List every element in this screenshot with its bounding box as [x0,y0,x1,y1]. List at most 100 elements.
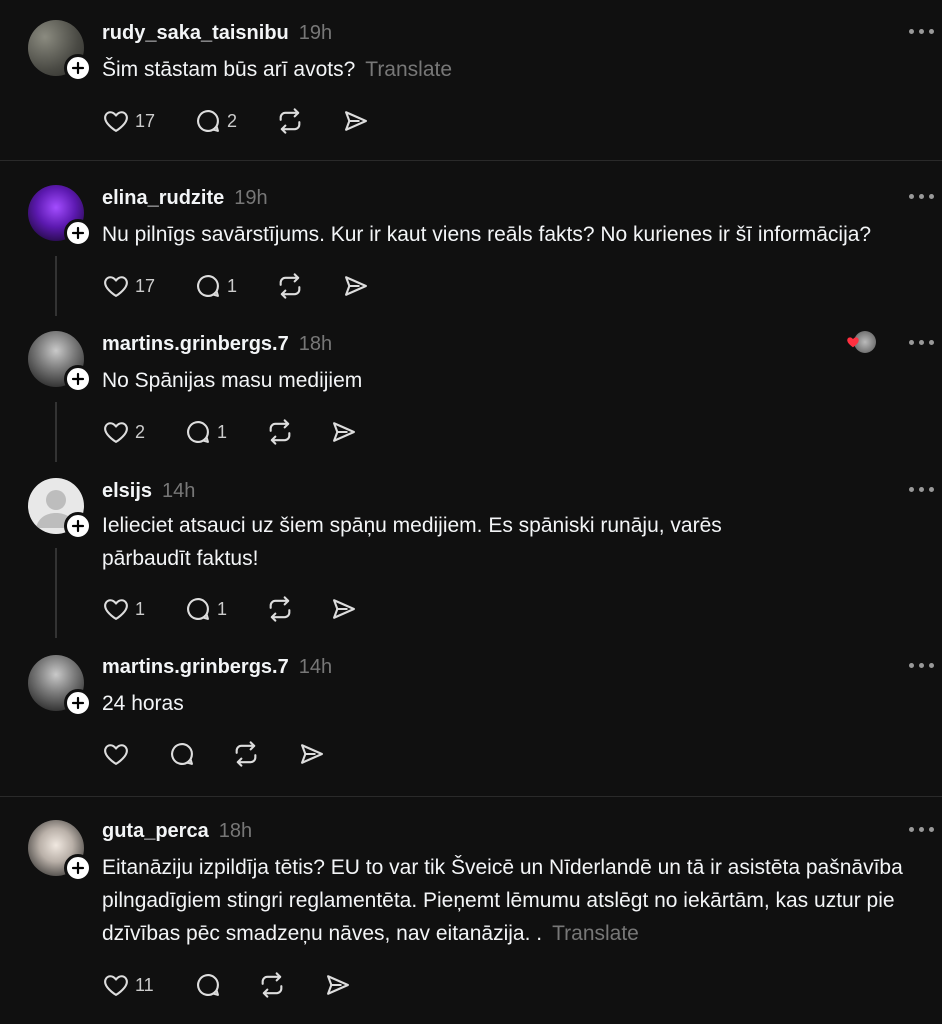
timestamp[interactable]: 14h [299,656,332,679]
post: martins.grinbergs.7 18h No Spānijas masu… [0,322,942,472]
repost-icon [266,595,294,623]
repost-button[interactable] [232,739,260,769]
more-options-icon[interactable] [909,827,934,832]
comment-icon [184,418,212,446]
more-options-icon[interactable] [909,29,934,34]
comment-icon [194,971,222,999]
repost-icon [276,272,304,300]
author-liked-indicator [846,331,876,353]
reply-button[interactable]: 1 [184,594,227,624]
heart-icon [102,272,130,300]
heart-icon [102,418,130,446]
repost-button[interactable] [266,594,294,624]
more-options-icon[interactable] [909,340,934,345]
repost-button[interactable] [258,970,286,1000]
reply-button[interactable]: 1 [184,417,227,447]
like-count: 17 [135,275,156,296]
translate-link[interactable]: Translate [365,58,452,81]
username[interactable]: elsijs [102,480,152,503]
follow-plus-icon[interactable] [64,54,92,82]
timestamp[interactable]: 14h [162,480,195,503]
post: elsijs 14h Ielieciet atsauci uz šiem spā… [0,472,942,647]
avatar[interactable] [28,820,92,882]
like-button[interactable]: 11 [102,970,154,1000]
share-button[interactable] [324,970,352,1000]
like-count: 2 [135,421,146,442]
heart-icon [102,740,130,768]
avatar[interactable] [28,478,92,540]
reply-button[interactable] [168,739,201,769]
post-text: 24 horas [102,692,184,715]
like-button[interactable]: 17 [102,106,155,136]
post-text-container: Ielieciet atsauci uz šiem spāņu medijiem… [102,509,782,575]
post-text-container: Nu pilnīgs savārstījums. Kur ir kaut vie… [102,218,912,251]
more-options-icon[interactable] [909,663,934,668]
repost-icon [266,418,294,446]
comment-icon [194,272,222,300]
send-icon [342,272,370,300]
repost-icon [232,740,260,768]
repost-icon [258,971,286,999]
post: elina_rudzite 19h Nu pilnīgs savārstījum… [0,161,942,321]
like-count: 11 [135,974,154,995]
post: martins.grinbergs.7 14h 24 horas [0,648,942,796]
share-button[interactable] [330,417,358,447]
post-text-container: Šim stāstam būs arī avots? Translate [102,53,912,86]
like-count: 17 [135,110,156,131]
follow-plus-icon[interactable] [64,689,92,717]
like-button[interactable]: 17 [102,271,155,301]
repost-button[interactable] [266,417,294,447]
post-text-container: Eitanāziju izpildīja tētis? EU to var ti… [102,851,907,950]
username[interactable]: guta_perca [102,820,209,843]
heart-icon [102,971,130,999]
username[interactable]: martins.grinbergs.7 [102,656,289,679]
heart-icon [102,107,130,135]
reply-button[interactable]: 1 [194,271,237,301]
username[interactable]: martins.grinbergs.7 [102,333,289,356]
translate-link[interactable]: Translate [552,922,639,945]
reply-count: 1 [227,275,238,296]
more-options-icon[interactable] [909,194,934,199]
send-icon [330,418,358,446]
follow-plus-icon[interactable] [64,854,92,882]
post: guta_perca 18h Eitanāziju izpildīja tēti… [0,797,942,1024]
avatar[interactable] [28,20,92,82]
timestamp[interactable]: 19h [234,187,267,210]
comment-icon [168,740,196,768]
repost-button[interactable] [276,271,304,301]
share-button[interactable] [342,271,370,301]
username[interactable]: elina_rudzite [102,187,224,210]
more-options-icon[interactable] [909,487,934,492]
like-button[interactable]: 1 [102,594,145,624]
share-button[interactable] [298,739,326,769]
like-button[interactable]: 2 [102,417,145,447]
reply-button[interactable]: 2 [194,106,237,136]
send-icon [330,595,358,623]
follow-plus-icon[interactable] [64,365,92,393]
timestamp[interactable]: 18h [299,333,332,356]
follow-plus-icon[interactable] [64,219,92,247]
follow-plus-icon[interactable] [64,512,92,540]
comment-icon [184,595,212,623]
share-button[interactable] [330,594,358,624]
like-count: 1 [135,598,146,619]
reply-count: 2 [227,110,238,131]
like-button[interactable] [102,739,135,769]
heart-icon [102,595,130,623]
post-text-container: No Spānijas masu medijiem [102,364,912,397]
repost-button[interactable] [276,106,304,136]
post-text: Nu pilnīgs savārstījums. Kur ir kaut vie… [102,223,872,246]
post: rudy_saka_taisnibu 19h Šim stāstam būs a… [0,0,942,160]
timestamp[interactable]: 18h [219,820,252,843]
avatar[interactable] [28,655,92,717]
avatar[interactable] [28,331,92,393]
timestamp[interactable]: 19h [299,22,332,45]
share-button[interactable] [342,106,370,136]
avatar[interactable] [28,185,92,247]
username[interactable]: rudy_saka_taisnibu [102,22,289,45]
comment-icon [194,107,222,135]
post-text: Šim stāstam būs arī avots? [102,58,356,81]
reply-count: 1 [217,598,228,619]
reply-button[interactable] [194,970,227,1000]
post-text-container: 24 horas [102,687,912,720]
